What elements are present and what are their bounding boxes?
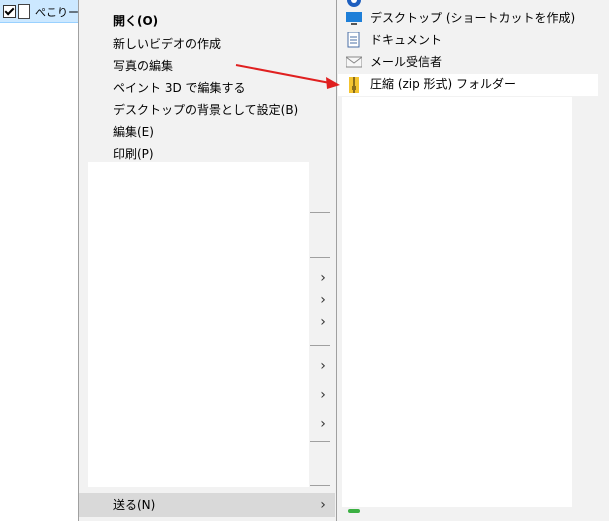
annotation-arrow-icon <box>235 64 340 89</box>
